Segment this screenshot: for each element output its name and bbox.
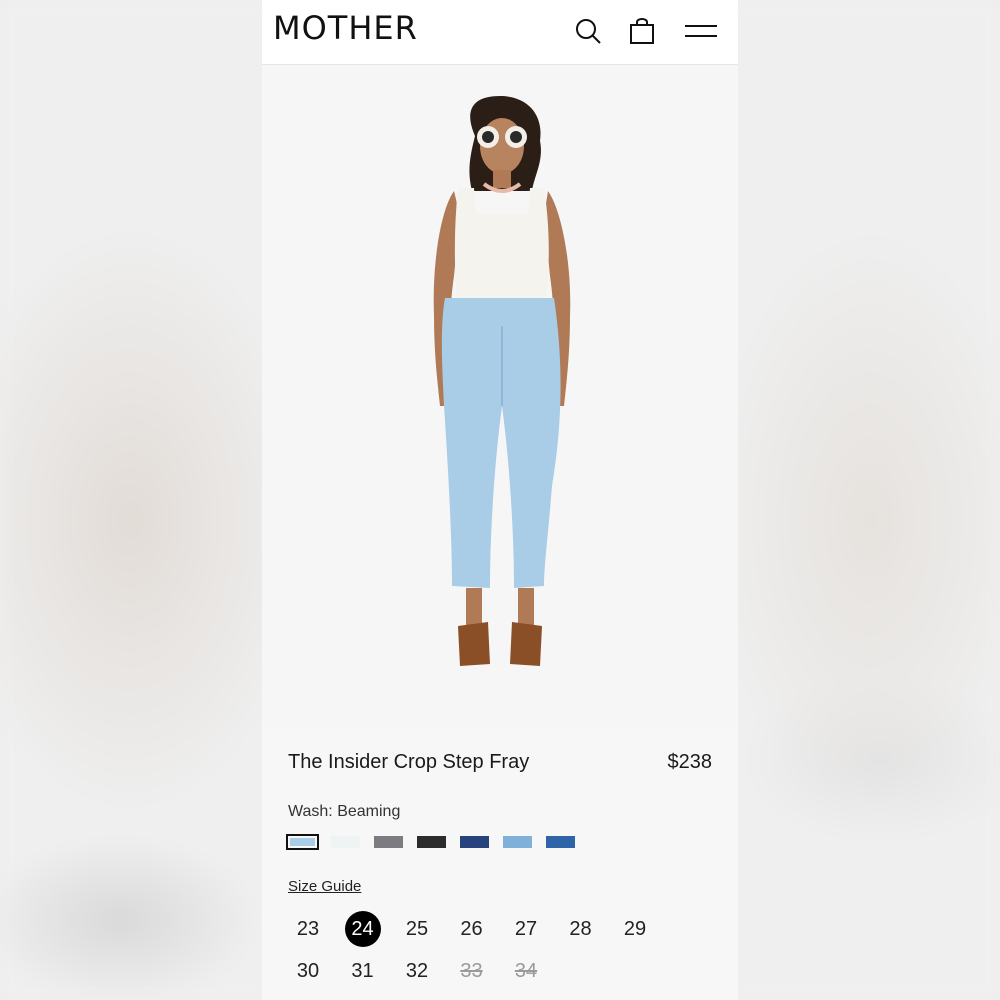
size-option[interactable]: 27	[508, 911, 544, 947]
size-option[interactable]: 28	[563, 911, 599, 947]
wash-swatch[interactable]	[458, 834, 491, 850]
bag-icon[interactable]	[627, 16, 657, 46]
size-option: 34	[514, 959, 538, 982]
wash-label: Wash: Beaming	[288, 803, 401, 820]
swatch-color	[460, 836, 489, 848]
swatch-color	[503, 836, 532, 848]
swatch-color	[417, 836, 446, 848]
wash-swatch[interactable]	[329, 834, 362, 850]
wash-swatch[interactable]	[372, 834, 405, 850]
size-option[interactable]: 31	[345, 953, 381, 989]
wash-swatch[interactable]	[501, 834, 534, 850]
swatch-color	[374, 836, 403, 848]
size-selector: 23 24 25 26 27 28 29 30 31 32 33 34	[290, 911, 710, 989]
size-option[interactable]: 30	[290, 953, 326, 989]
mobile-page: MOTHER The Insider Crop Step Fray $238 W…	[262, 0, 738, 1000]
size-option[interactable]: 32	[399, 953, 435, 989]
size-option[interactable]: 23	[290, 911, 326, 947]
menu-icon[interactable]	[683, 16, 719, 46]
size-option[interactable]: 29	[617, 911, 653, 947]
wash-swatch[interactable]	[286, 834, 319, 850]
size-option[interactable]: 26	[454, 911, 490, 947]
wash-swatch[interactable]	[415, 834, 448, 850]
size-option: 33	[460, 959, 483, 982]
wash-swatch[interactable]	[544, 834, 577, 850]
product-title: The Insider Crop Step Fray	[288, 751, 530, 773]
site-header: MOTHER	[262, 0, 738, 65]
swatch-color	[546, 836, 575, 848]
brand-logo[interactable]: MOTHER	[273, 9, 418, 47]
search-icon[interactable]	[573, 16, 603, 46]
size-guide-link[interactable]: Size Guide	[288, 878, 361, 895]
swatch-color	[331, 836, 360, 848]
product-image[interactable]	[262, 66, 738, 726]
size-option[interactable]: 25	[399, 911, 435, 947]
product-price: $238	[667, 751, 713, 773]
size-option[interactable]: 24	[344, 911, 381, 947]
swatch-color	[290, 838, 315, 846]
model-figure	[433, 96, 571, 666]
wash-swatches	[286, 834, 577, 850]
